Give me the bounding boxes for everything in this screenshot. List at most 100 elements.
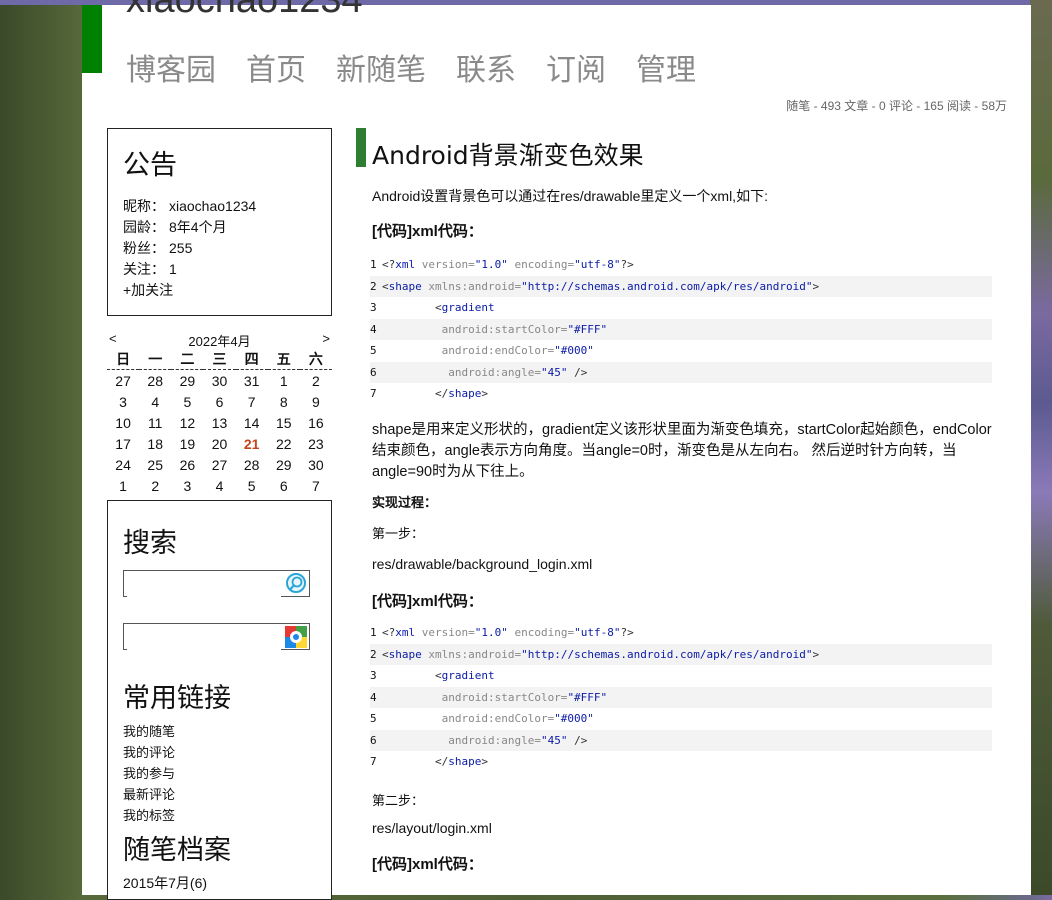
code-token: "#FFF" bbox=[567, 322, 608, 336]
calendar-day[interactable]: 21 bbox=[236, 433, 268, 454]
calendar-day[interactable]: 30 bbox=[203, 370, 235, 392]
code-token: <? bbox=[382, 626, 396, 639]
calendar-day[interactable]: 13 bbox=[203, 412, 235, 433]
calendar-day[interactable]: 27 bbox=[107, 370, 139, 392]
calendar-weekday: 日 bbox=[107, 349, 140, 370]
code-token: "1.0" bbox=[474, 258, 508, 271]
nav-contact[interactable]: 联系 bbox=[456, 45, 516, 89]
calendar-weekday: 四 bbox=[235, 349, 268, 370]
calendar-day[interactable]: 20 bbox=[203, 433, 235, 454]
calendar-week: 17 18 19 20 21 22 23 bbox=[107, 433, 332, 454]
calendar-day[interactable]: 25 bbox=[139, 454, 171, 475]
code-label: [代码]xml代码： bbox=[372, 593, 483, 610]
google-search-input[interactable] bbox=[127, 625, 281, 650]
calendar-weekday: 三 bbox=[203, 349, 236, 370]
calendar-day[interactable]: 22 bbox=[268, 433, 300, 454]
notice-fans-value[interactable]: 255 bbox=[169, 240, 192, 256]
link-my-posts[interactable]: 我的随笔 bbox=[123, 721, 316, 742]
notice-panel: 公告 昵称： xiaochao1234 园龄： 8年4个月 粉丝： 255 关注： 1 … bbox=[107, 128, 332, 316]
code-token: shape bbox=[448, 755, 482, 768]
calendar-day[interactable]: 29 bbox=[268, 454, 300, 475]
calendar-day[interactable]: 6 bbox=[268, 475, 300, 496]
calendar-day[interactable]: 18 bbox=[139, 433, 171, 454]
calendar-day[interactable]: 2 bbox=[300, 370, 332, 392]
calendar-day[interactable]: 4 bbox=[203, 475, 235, 496]
calendar-weekday: 六 bbox=[299, 349, 332, 370]
calendar-day[interactable]: 8 bbox=[268, 391, 300, 412]
line-number: 1 bbox=[370, 626, 377, 639]
google-icon[interactable] bbox=[284, 625, 308, 649]
calendar-day[interactable]: 27 bbox=[203, 454, 235, 475]
calendar-day[interactable]: 14 bbox=[236, 412, 268, 433]
archive-item[interactable]: 2015年7月(6) bbox=[123, 873, 316, 893]
calendar-day[interactable]: 4 bbox=[139, 391, 171, 412]
calendar-day[interactable]: 31 bbox=[236, 370, 268, 392]
calendar-day[interactable]: 2 bbox=[139, 475, 171, 496]
post-title[interactable]: Android背景渐变色效果 bbox=[372, 136, 644, 172]
calendar-day[interactable]: 5 bbox=[171, 391, 203, 412]
notice-age: 园龄： 8年4个月 bbox=[123, 217, 316, 238]
calendar-day[interactable]: 5 bbox=[236, 475, 268, 496]
calendar-day[interactable]: 17 bbox=[107, 433, 139, 454]
calendar-header: < 2022年4月 > bbox=[107, 331, 332, 349]
calendar-day[interactable]: 6 bbox=[203, 391, 235, 412]
calendar-day[interactable]: 12 bbox=[171, 412, 203, 433]
nav-cnblogs[interactable]: 博客园 bbox=[126, 45, 216, 89]
link-my-comments[interactable]: 我的评论 bbox=[123, 742, 316, 763]
follow-button[interactable]: +加关注 bbox=[123, 280, 316, 301]
link-latest-comments[interactable]: 最新评论 bbox=[123, 784, 316, 805]
nav-home[interactable]: 首页 bbox=[246, 45, 306, 89]
impl-heading: 实现过程： bbox=[372, 495, 438, 510]
code-token: < bbox=[382, 647, 389, 661]
calendar-day[interactable]: 9 bbox=[300, 391, 332, 412]
calendar-day[interactable]: 24 bbox=[107, 454, 139, 475]
calendar-prev-button[interactable]: < bbox=[107, 331, 119, 349]
code-line: 7 </shape> bbox=[370, 751, 992, 773]
nav-subscribe[interactable]: 订阅 bbox=[546, 45, 606, 89]
calendar-day[interactable]: 29 bbox=[171, 370, 203, 392]
link-my-tags[interactable]: 我的标签 bbox=[123, 805, 316, 826]
site-search-field bbox=[123, 570, 310, 597]
calendar-next-button[interactable]: > bbox=[320, 331, 332, 349]
notice-key: 粉丝： bbox=[123, 240, 165, 256]
calendar-day[interactable]: 16 bbox=[300, 412, 332, 433]
calendar-day[interactable]: 15 bbox=[268, 412, 300, 433]
calendar-day[interactable]: 1 bbox=[268, 370, 300, 392]
code-token: xmlns:android= bbox=[421, 647, 522, 661]
calendar-day[interactable]: 7 bbox=[300, 475, 332, 496]
calendar-day[interactable]: 11 bbox=[139, 412, 171, 433]
calendar-day[interactable]: 28 bbox=[139, 370, 171, 392]
calendar-day[interactable]: 7 bbox=[236, 391, 268, 412]
notice-following-value[interactable]: 1 bbox=[169, 261, 177, 277]
calendar-day[interactable]: 10 bbox=[107, 412, 139, 433]
line-number: 7 bbox=[370, 755, 377, 768]
site-search-input[interactable] bbox=[127, 572, 281, 597]
calendar-day[interactable]: 1 bbox=[107, 475, 139, 496]
notice-nickname-value[interactable]: xiaochao1234 bbox=[169, 198, 256, 214]
code-token: "45" bbox=[540, 733, 568, 747]
code-token: android:endColor= bbox=[382, 344, 555, 357]
header-accent-bar bbox=[82, 5, 102, 73]
calendar-day[interactable]: 26 bbox=[171, 454, 203, 475]
step2-file: res/layout/login.xml bbox=[372, 820, 492, 836]
calendar-day[interactable]: 30 bbox=[300, 454, 332, 475]
nav-new-post[interactable]: 新随笔 bbox=[336, 45, 426, 89]
calendar-day[interactable]: 19 bbox=[171, 433, 203, 454]
calendar-day[interactable]: 3 bbox=[107, 391, 139, 412]
line-number: 5 bbox=[370, 712, 377, 725]
calendar-day[interactable]: 23 bbox=[300, 433, 332, 454]
search-icon[interactable] bbox=[284, 572, 308, 596]
code-token: /> bbox=[567, 733, 588, 747]
line-number: 5 bbox=[370, 344, 377, 357]
nav-admin[interactable]: 管理 bbox=[636, 45, 696, 89]
calendar-day[interactable]: 28 bbox=[236, 454, 268, 475]
calendar-day[interactable]: 3 bbox=[171, 475, 203, 496]
code-block: 1 <?xml version="1.0" encoding="utf-8"?> 2… bbox=[370, 254, 992, 405]
code-line: 6 android:angle="45" /> bbox=[370, 361, 992, 383]
link-my-participation[interactable]: 我的参与 bbox=[123, 763, 316, 784]
line-number: 1 bbox=[370, 258, 377, 271]
calendar-week: 24 25 26 27 28 29 30 bbox=[107, 454, 332, 475]
blog-page: xiaochao1234 博客园 首页 新随笔 联系 订阅 管理 随笔 - 49… bbox=[82, 0, 1031, 900]
common-links: 常用链接 我的随笔 我的评论 我的参与 最新评论 我的标签 bbox=[123, 676, 316, 826]
blog-title[interactable]: xiaochao1234 bbox=[126, 0, 363, 22]
